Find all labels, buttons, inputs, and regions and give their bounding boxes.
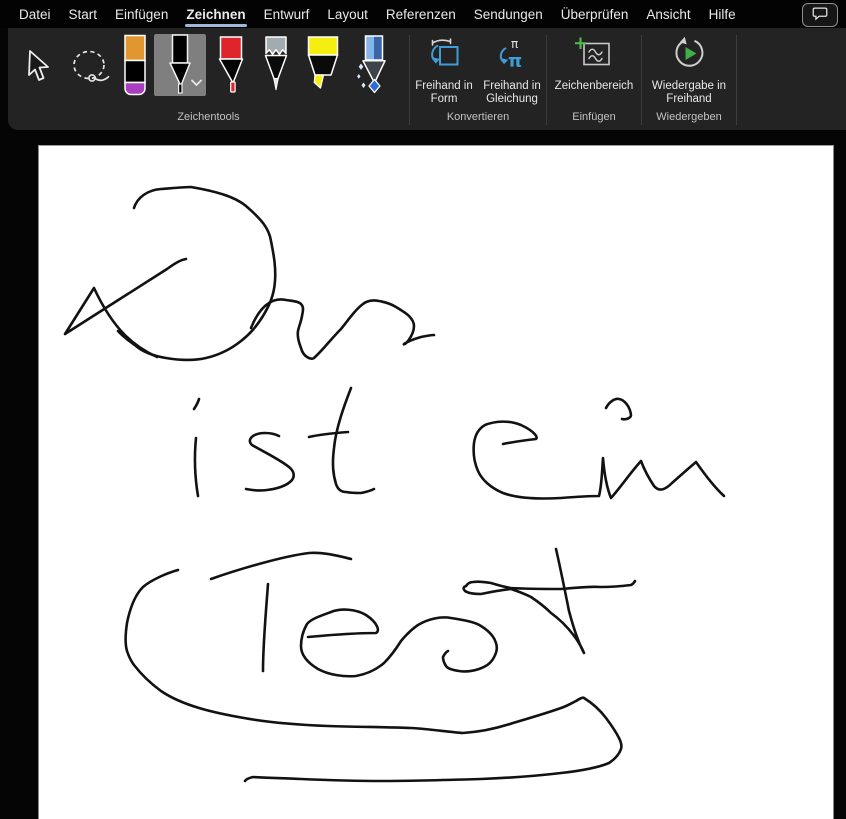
group-label-wiedergeben: Wiedergeben — [656, 111, 722, 123]
menu-tab-ansicht[interactable]: Ansicht — [637, 0, 699, 28]
menu-tab-sendungen[interactable]: Sendungen — [465, 0, 552, 28]
drawing-canvas-icon — [574, 36, 613, 74]
comments-button[interactable] — [802, 3, 838, 27]
group-label-zeichentools: Zeichentools — [177, 111, 240, 123]
lasso-icon — [68, 47, 114, 91]
menu-bar: Datei Start Einfügen Zeichnen Entwurf Layout R… — [0, 0, 846, 28]
menu-tab-label: Start — [68, 6, 98, 22]
ink-stroke-t-cross — [307, 430, 350, 439]
svg-text:π: π — [508, 51, 522, 70]
eraser-tool[interactable] — [122, 34, 148, 96]
sparkle-pen-icon — [356, 34, 390, 96]
pencil-tool[interactable] — [260, 34, 292, 96]
menu-tab-label: Sendungen — [473, 6, 543, 22]
menu-tab-label: Hilfe — [708, 6, 736, 22]
ribbon-group-konvertieren: Freihand in Form π π Freihand in Gleichu… — [410, 28, 546, 130]
ink-stroke-t-stem — [331, 386, 376, 495]
chevron-down-icon[interactable] — [191, 74, 202, 92]
ink-stroke-D-loop — [116, 185, 277, 362]
menu-tab-datei[interactable]: Datei — [10, 0, 60, 28]
ribbon-group-wiedergeben: Wiedergabe in Freihand Wiedergeben — [642, 28, 736, 130]
ribbon-group-einfuegen: Zeichenbereich Einfügen — [547, 28, 641, 130]
ink-stroke-ein — [472, 420, 726, 500]
pen-black-tool[interactable] — [154, 34, 206, 96]
ink-to-shape-icon — [427, 36, 461, 74]
menu-tab-einfgen[interactable]: Einfügen — [106, 0, 177, 28]
ink-replay-button[interactable]: Wiedergabe in Freihand — [649, 28, 729, 106]
menu-tabs: Datei Start Einfügen Zeichnen Entwurf Layout R… — [10, 0, 745, 28]
menu-tab-label: Referenzen — [385, 6, 456, 22]
menu-tab-label: Zeichnen — [186, 6, 246, 22]
select-tool[interactable] — [22, 47, 58, 91]
ink-stroke-es — [299, 608, 499, 678]
group-label-konvertieren: Konvertieren — [446, 111, 510, 123]
ink-stroke-ein-i-curl — [604, 397, 633, 421]
menu-tab-entwurf[interactable]: Entwurf — [255, 0, 319, 28]
menu-tab-label: Überprüfen — [560, 6, 629, 22]
ink-to-equation-button[interactable]: π π Freihand in Gleichung — [479, 28, 545, 106]
ink-stroke-s — [244, 431, 295, 492]
ink-svg — [63, 185, 726, 783]
ink-stroke-T-bar — [209, 551, 353, 581]
ink-stroke-D-flourish — [63, 257, 188, 359]
group-label-einfuegen: Einfügen — [572, 111, 616, 123]
ink-stroke-as — [249, 298, 436, 360]
drawing-canvas-label: Zeichenbereich — [554, 80, 634, 92]
menu-tab-label: Layout — [327, 6, 368, 22]
pencil-icon — [260, 34, 292, 96]
highlighter-tool[interactable] — [304, 34, 342, 96]
ink-stroke-flourish-ellipse — [124, 568, 623, 783]
menu-tab-hilfe[interactable]: Hilfe — [700, 0, 745, 28]
menu-tab-label: Datei — [19, 6, 51, 22]
ink-to-shape-label: Freihand in Form — [415, 80, 473, 105]
menu-tab-layout[interactable]: Layout — [318, 0, 377, 28]
ink-to-equation-label: Freihand in Gleichung — [483, 80, 541, 105]
svg-text:π: π — [511, 37, 518, 51]
ink-to-shape-button[interactable]: Freihand in Form — [411, 28, 477, 106]
pen-icon — [214, 34, 248, 96]
pen-red-tool[interactable] — [214, 34, 248, 96]
action-pen-tool[interactable] — [356, 34, 390, 96]
ink-stroke-t-final — [462, 547, 637, 655]
ink-stroke-T-stem — [261, 582, 270, 673]
menu-tab-zeichnen[interactable]: Zeichnen — [177, 0, 254, 28]
ribbon: Zeichentools Freihand in Form π π Freiha… — [8, 28, 846, 130]
ribbon-group-zeichentools: Zeichentools — [8, 28, 409, 130]
menu-tab-label: Ansicht — [646, 6, 691, 22]
lasso-select-tool[interactable] — [68, 47, 114, 91]
document-page[interactable] — [38, 145, 834, 819]
word-draw-window: Datei Start Einfügen Zeichnen Entwurf Layout R… — [0, 0, 846, 819]
group-separator — [736, 35, 737, 125]
ink-stroke-i-dot — [192, 397, 201, 411]
highlighter-icon — [304, 34, 342, 96]
drawing-canvas-button[interactable]: Zeichenbereich — [549, 28, 639, 93]
comment-bubble-icon — [810, 5, 830, 26]
ink-to-equation-icon: π π — [495, 36, 529, 74]
menu-tab-label: Entwurf — [263, 6, 310, 22]
cursor-arrow-icon — [22, 47, 58, 91]
menu-tab-referenzen[interactable]: Referenzen — [377, 0, 465, 28]
eraser-icon — [122, 34, 148, 96]
ink-replay-label: Wiedergabe in Freihand — [651, 80, 727, 105]
menu-tab-berprfen[interactable]: Überprüfen — [552, 0, 638, 28]
menu-tab-label: Einfügen — [115, 6, 169, 22]
ink-stroke-i-stem — [193, 436, 200, 498]
menu-tab-start[interactable]: Start — [60, 0, 107, 28]
ink-replay-icon — [672, 36, 706, 74]
